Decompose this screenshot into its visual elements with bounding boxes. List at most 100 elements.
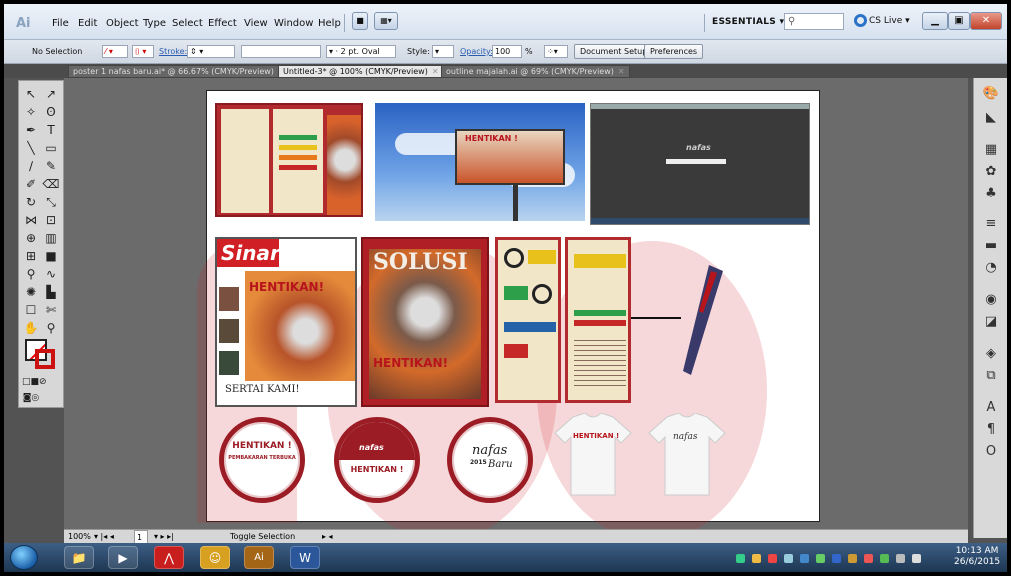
- stroke-label[interactable]: Stroke:: [159, 47, 187, 56]
- blend-tool-icon[interactable]: ∿: [42, 265, 60, 283]
- blob-brush-tool-icon[interactable]: ✐: [22, 175, 40, 193]
- stroke-color-swatch[interactable]: ⌷ ▾: [132, 45, 154, 58]
- lasso-tool-icon[interactable]: ʘ: [42, 103, 60, 121]
- mesh-tool-icon[interactable]: ⊞: [22, 247, 40, 265]
- brush-definition-field[interactable]: ▾ · 2 pt. Oval: [326, 45, 396, 58]
- acrobat-icon[interactable]: ⋀: [154, 546, 184, 569]
- brushes-icon[interactable]: ✿: [981, 162, 1001, 182]
- opacity-label[interactable]: Opacity:: [460, 47, 493, 56]
- slice-tool-icon[interactable]: ✄: [42, 301, 60, 319]
- word-icon[interactable]: W: [290, 546, 320, 569]
- status-menu-icon[interactable]: ▸ ◂: [322, 530, 333, 543]
- menu-view[interactable]: View: [244, 18, 268, 29]
- pen-mockup[interactable]: [673, 263, 733, 383]
- menu-effect[interactable]: Effect: [208, 18, 237, 29]
- character-icon[interactable]: A: [981, 398, 1001, 418]
- pen-tool-icon[interactable]: ✒: [22, 121, 40, 139]
- stroke-weight-field[interactable]: ⇕ ▾: [187, 45, 235, 58]
- status-mode[interactable]: Toggle Selection: [230, 530, 295, 543]
- graphic-style-field[interactable]: ▾: [432, 45, 454, 58]
- menu-file[interactable]: File: [52, 18, 69, 29]
- close-icon[interactable]: ✕: [618, 67, 625, 76]
- fill-color-swatch[interactable]: ⁄ ▾: [102, 45, 128, 58]
- volume-icon[interactable]: [912, 554, 921, 563]
- gradient-tool-icon[interactable]: ■: [42, 247, 60, 265]
- tray-icon[interactable]: [784, 554, 793, 563]
- flyer-mockup[interactable]: [495, 237, 561, 403]
- tray-icon[interactable]: [768, 554, 777, 563]
- draw-mode-icons[interactable]: ◙◎: [22, 389, 40, 407]
- start-button[interactable]: [10, 545, 38, 570]
- variable-width-field[interactable]: [241, 45, 321, 58]
- opacity-field[interactable]: 100: [492, 45, 522, 58]
- free-transform-tool-icon[interactable]: ⊡: [42, 211, 60, 229]
- graphic-styles-icon[interactable]: ◪: [981, 312, 1001, 332]
- transparency-icon[interactable]: ◔: [981, 258, 1001, 278]
- graph-tool-icon[interactable]: ▙: [42, 283, 60, 301]
- pencil-tool-icon[interactable]: ✎: [42, 157, 60, 175]
- tray-icon[interactable]: [880, 554, 889, 563]
- width-tool-icon[interactable]: ⋈: [22, 211, 40, 229]
- badge-combined[interactable]: nafas HENTIKAN !: [334, 417, 420, 503]
- tshirt-mockup[interactable]: [553, 413, 633, 497]
- system-clock[interactable]: 10:13 AM 26/6/2015: [954, 546, 1000, 568]
- menu-type[interactable]: Type: [143, 18, 166, 29]
- tab-poster[interactable]: poster 1 nafas baru.ai* @ 66.67% (CMYK/P…: [68, 65, 290, 78]
- eyedropper-tool-icon[interactable]: ⚲: [22, 265, 40, 283]
- menu-object[interactable]: Object: [106, 18, 139, 29]
- gradient-icon[interactable]: ▬: [981, 236, 1001, 256]
- brochure-mockup[interactable]: [215, 103, 363, 217]
- newspaper-mockup[interactable]: Sinar HENTIKAN! SERTAI KAMI!: [215, 237, 357, 407]
- tray-icon[interactable]: [752, 554, 761, 563]
- tray-icon[interactable]: [864, 554, 873, 563]
- zoom-level[interactable]: 100%: [68, 530, 91, 543]
- menu-edit[interactable]: Edit: [78, 18, 97, 29]
- minimize-button[interactable]: ▁: [922, 12, 948, 30]
- appearance-icon[interactable]: ◉: [981, 290, 1001, 310]
- artboard[interactable]: HENTIKAN ! nafas Sinar HENTIKAN! SERTAI …: [197, 90, 820, 529]
- preferences-button[interactable]: Preferences: [644, 44, 704, 59]
- tshirt-mockup[interactable]: [647, 413, 727, 497]
- magazine-mockup[interactable]: SOLUSI HENTIKAN!: [361, 237, 489, 407]
- color-icon[interactable]: ◣: [981, 108, 1001, 128]
- tray-icon[interactable]: [736, 554, 745, 563]
- magic-wand-tool-icon[interactable]: ✧: [22, 103, 40, 121]
- badge-hentikan[interactable]: HENTIKAN ! PEMBAKARAN TERBUKA: [219, 417, 305, 503]
- workspace-switcher[interactable]: ESSENTIALS ▾: [712, 17, 784, 27]
- type-tool-icon[interactable]: T: [42, 121, 60, 139]
- paintbrush-tool-icon[interactable]: ∕: [22, 157, 40, 175]
- tray-icon[interactable]: [800, 554, 809, 563]
- opentype-icon[interactable]: O: [981, 442, 1001, 462]
- artboards-icon[interactable]: ⧉: [981, 366, 1001, 386]
- bridge-icon[interactable]: ■: [352, 12, 368, 30]
- reference-point-icon[interactable]: ⁘▾: [544, 45, 568, 58]
- color-guide-icon[interactable]: 🎨: [981, 84, 1001, 104]
- cs-live-menu[interactable]: CS Live ▾: [869, 16, 910, 26]
- close-button[interactable]: ✕: [970, 12, 1002, 30]
- billboard-mockup[interactable]: HENTIKAN !: [375, 103, 585, 221]
- rotate-tool-icon[interactable]: ↻: [22, 193, 40, 211]
- close-icon[interactable]: ✕: [432, 67, 439, 76]
- tray-icon[interactable]: [816, 554, 825, 563]
- flyer-mockup[interactable]: [565, 237, 631, 403]
- tab-outline[interactable]: outline majalah.ai @ 69% (CMYK/Preview) ✕: [441, 65, 630, 78]
- tray-icon[interactable]: [848, 554, 857, 563]
- menu-select[interactable]: Select: [172, 18, 203, 29]
- scale-tool-icon[interactable]: ⤡: [42, 193, 60, 211]
- tray-icon[interactable]: [832, 554, 841, 563]
- rectangle-tool-icon[interactable]: ▭: [42, 139, 60, 157]
- illustrator-taskbar-icon[interactable]: Ai: [244, 546, 274, 569]
- arrange-documents-icon[interactable]: ▦▾: [374, 12, 398, 30]
- artboard-nav-icon[interactable]: ▾ ▸ ▸|: [154, 530, 174, 543]
- help-search-input[interactable]: ⚲: [784, 13, 844, 30]
- flag-icon[interactable]: [896, 554, 905, 563]
- eraser-tool-icon[interactable]: ⌫: [42, 175, 60, 193]
- line-tool-icon[interactable]: ╲: [22, 139, 40, 157]
- menu-window[interactable]: Window: [274, 18, 313, 29]
- stroke-swatch[interactable]: [35, 349, 55, 369]
- layers-icon[interactable]: ◈: [981, 344, 1001, 364]
- explorer-icon[interactable]: 📁: [64, 546, 94, 569]
- perspective-grid-tool-icon[interactable]: ▥: [42, 229, 60, 247]
- tab-untitled[interactable]: Untitled-3* @ 100% (CMYK/Preview) ✕: [278, 65, 444, 78]
- menu-help[interactable]: Help: [318, 18, 341, 29]
